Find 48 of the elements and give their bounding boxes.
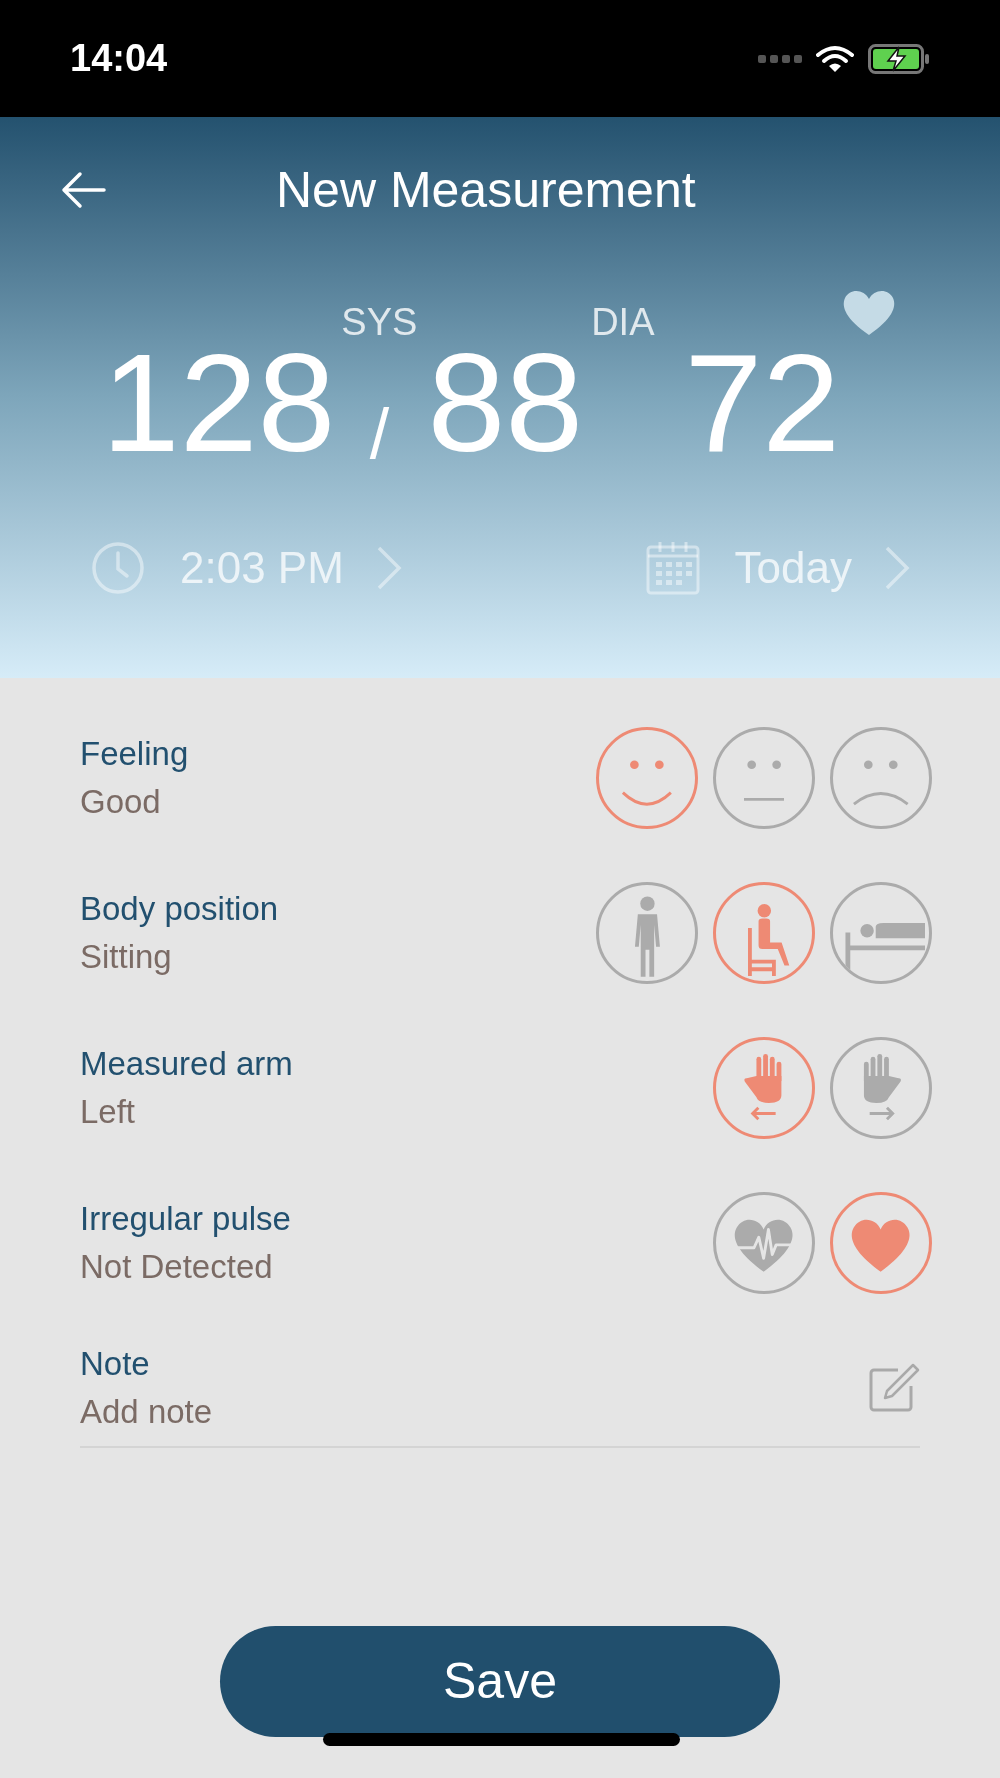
chevron-right-icon: [375, 545, 402, 591]
option-button[interactable]: [830, 881, 932, 984]
option-button[interactable]: [713, 1036, 815, 1139]
field-label: Note: [80, 1344, 151, 1384]
status-time: 14:04: [70, 36, 168, 81]
edit-icon: [868, 1362, 920, 1414]
note-input[interactable]: Add note: [80, 1388, 580, 1436]
wifi-icon: [816, 44, 854, 73]
standing-person-icon: [633, 896, 661, 977]
systolic-value: 128: [101, 333, 336, 473]
field-label: Body position: [80, 888, 279, 929]
option-button[interactable]: [830, 726, 932, 829]
option-button[interactable]: [830, 1191, 932, 1294]
save-button[interactable]: Save: [220, 1626, 780, 1737]
field-label: Feeling: [80, 733, 189, 774]
dia-label: DIA: [591, 303, 655, 341]
signal-icon: [758, 53, 802, 64]
edit-note-button[interactable]: [868, 1362, 920, 1414]
screen-title: New Measurement: [276, 160, 696, 220]
separator-slash: /: [369, 399, 390, 469]
back-arrow-icon: [60, 170, 106, 210]
field-label: Measured arm: [80, 1043, 293, 1084]
hand-left-arrow-icon: [742, 1052, 784, 1122]
date-picker[interactable]: Today: [644, 535, 910, 601]
diastolic-value: 88: [427, 333, 584, 473]
sys-label: SYS: [341, 303, 418, 341]
field-value: Left: [80, 1091, 137, 1132]
option-button[interactable]: [830, 1036, 932, 1139]
battery-charging-icon: [868, 43, 930, 74]
neutral-face-icon: [743, 760, 785, 802]
smiling-face-icon: [620, 760, 674, 809]
field-value: Not Detected: [80, 1246, 274, 1287]
hand-right-arrow-icon: [861, 1052, 903, 1122]
sad-face-icon: [852, 760, 910, 807]
option-button[interactable]: [596, 726, 698, 829]
option-button[interactable]: [713, 881, 815, 984]
time-picker[interactable]: 2:03 PM: [90, 535, 402, 601]
seated-person-icon: [747, 903, 790, 976]
field-value: Sitting: [80, 936, 173, 977]
field-label: Irregular pulse: [80, 1198, 291, 1239]
chevron-right-icon: [884, 545, 910, 591]
pulse-value: 72: [684, 333, 841, 473]
calendar-icon: [644, 540, 701, 596]
field-value: Good: [80, 781, 162, 822]
option-button[interactable]: [596, 881, 698, 984]
option-button[interactable]: [713, 1191, 815, 1294]
option-button[interactable]: [713, 726, 815, 829]
clock-icon: [90, 540, 146, 596]
